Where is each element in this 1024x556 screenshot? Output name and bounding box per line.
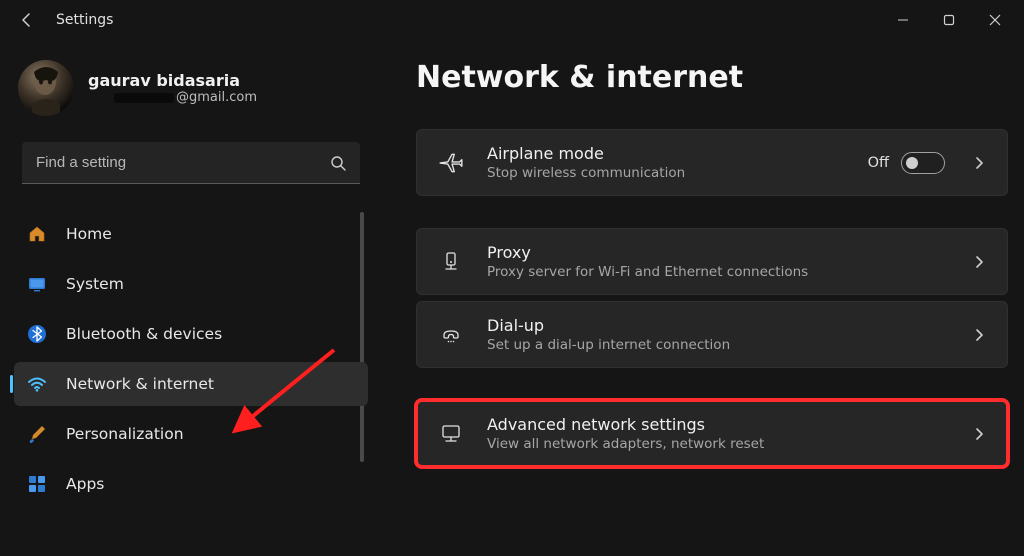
avatar bbox=[18, 60, 74, 116]
wifi-icon bbox=[26, 373, 48, 395]
sidebar-item-apps[interactable]: Apps bbox=[14, 462, 368, 506]
back-button[interactable] bbox=[18, 11, 36, 29]
minimize-button[interactable] bbox=[880, 4, 926, 36]
sidebar-item-network[interactable]: Network & internet bbox=[14, 362, 368, 406]
card-title: Proxy bbox=[487, 243, 951, 262]
search-input[interactable] bbox=[22, 142, 360, 183]
chevron-right-icon bbox=[973, 155, 985, 171]
sidebar-item-system[interactable]: System bbox=[14, 262, 368, 306]
user-email: @gmail.com bbox=[88, 90, 257, 105]
window-title: Settings bbox=[56, 12, 113, 28]
sidebar-item-label: Bluetooth & devices bbox=[66, 325, 222, 343]
card-advanced-network[interactable]: Advanced network settings View all netwo… bbox=[416, 400, 1008, 467]
toggle-label: Off bbox=[868, 155, 889, 171]
user-profile[interactable]: gaurav bidasaria @gmail.com bbox=[14, 60, 368, 134]
bluetooth-icon bbox=[26, 323, 48, 345]
sidebar-item-label: Home bbox=[66, 225, 112, 243]
card-title: Dial-up bbox=[487, 316, 951, 335]
search-icon bbox=[330, 155, 346, 171]
chevron-right-icon bbox=[973, 254, 985, 270]
chevron-right-icon bbox=[973, 426, 985, 442]
card-proxy[interactable]: Proxy Proxy server for Wi-Fi and Etherne… bbox=[416, 228, 1008, 295]
page-title: Network & internet bbox=[416, 60, 1008, 95]
sidebar-item-label: System bbox=[66, 275, 124, 293]
card-title: Advanced network settings bbox=[487, 415, 951, 434]
airplane-icon bbox=[437, 149, 465, 177]
chevron-right-icon bbox=[973, 327, 985, 343]
card-subtitle: Set up a dial-up internet connection bbox=[487, 337, 951, 353]
home-icon bbox=[26, 223, 48, 245]
monitor-network-icon bbox=[437, 420, 465, 448]
card-subtitle: View all network adapters, network reset bbox=[487, 436, 951, 452]
close-button[interactable] bbox=[972, 4, 1018, 36]
airplane-toggle[interactable] bbox=[901, 152, 945, 174]
card-dialup[interactable]: Dial-up Set up a dial-up internet connec… bbox=[416, 301, 1008, 368]
search-input-wrapper bbox=[22, 142, 360, 184]
sidebar-item-label: Apps bbox=[66, 475, 104, 493]
card-title: Airplane mode bbox=[487, 144, 846, 163]
card-airplane-mode[interactable]: Airplane mode Stop wireless communicatio… bbox=[416, 129, 1008, 196]
proxy-icon bbox=[437, 248, 465, 276]
phone-icon bbox=[437, 321, 465, 349]
maximize-button[interactable] bbox=[926, 4, 972, 36]
system-icon bbox=[26, 273, 48, 295]
user-name: gaurav bidasaria bbox=[88, 71, 257, 90]
sidebar-item-home[interactable]: Home bbox=[14, 212, 368, 256]
sidebar-item-personalization[interactable]: Personalization bbox=[14, 412, 368, 456]
apps-icon bbox=[26, 473, 48, 495]
sidebar-item-label: Network & internet bbox=[66, 375, 214, 393]
brush-icon bbox=[26, 423, 48, 445]
sidebar-scrollbar[interactable] bbox=[360, 212, 364, 462]
card-subtitle: Proxy server for Wi-Fi and Ethernet conn… bbox=[487, 264, 951, 280]
card-subtitle: Stop wireless communication bbox=[487, 165, 846, 181]
sidebar-item-label: Personalization bbox=[66, 425, 184, 443]
sidebar-item-bluetooth[interactable]: Bluetooth & devices bbox=[14, 312, 368, 356]
